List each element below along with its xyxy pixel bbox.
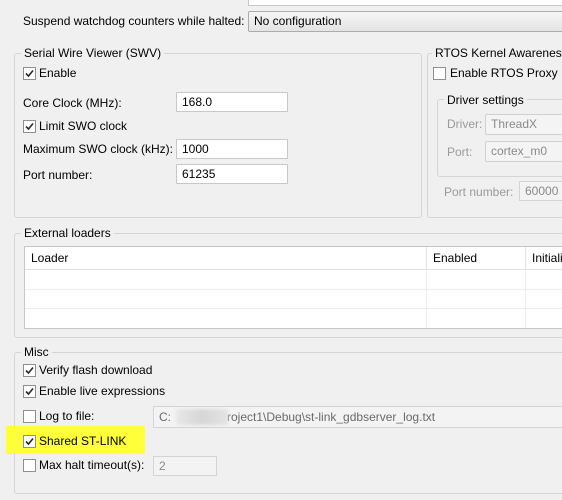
swv-port-label: Port number: <box>23 168 93 182</box>
max-swo-label: Maximum SWO clock (kHz): <box>23 142 173 156</box>
external-loaders-title: External loaders <box>21 226 114 240</box>
checkmark-icon <box>25 366 34 375</box>
driver-settings-title: Driver settings <box>444 93 527 107</box>
column-header-initialize[interactable]: Initiali <box>526 247 562 270</box>
suspend-watchdog-label: Suspend watchdog counters while halted: <box>23 14 245 28</box>
checkmark-icon <box>25 122 34 131</box>
swv-port-value: 61235 <box>182 167 216 181</box>
column-divider <box>525 270 526 328</box>
rtos-port-number-label: Port number: <box>444 185 514 199</box>
shared-stlink-label: Shared ST-LINK <box>39 434 127 448</box>
rtos-enable-checkbox[interactable] <box>433 67 446 80</box>
rtos-group-title: RTOS Kernel Awareness <box>432 46 562 60</box>
log-to-file-label: Log to file: <box>39 409 95 423</box>
column-header-enabled[interactable]: Enabled <box>427 247 526 270</box>
verify-flash-label: Verify flash download <box>39 363 153 377</box>
core-clock-input[interactable]: 168.0 <box>176 92 288 112</box>
limit-swo-label: Limit SWO clock <box>39 119 128 133</box>
checkmark-icon <box>25 387 34 396</box>
column-header-loader[interactable]: Loader <box>25 247 427 270</box>
rtos-port-number-input[interactable]: 60000 <box>519 181 562 201</box>
column-divider <box>426 270 427 328</box>
table-row[interactable] <box>25 289 562 290</box>
rtos-port-number-value: 60000 <box>525 184 559 198</box>
top-partial-field[interactable] <box>248 0 562 6</box>
shared-stlink-checkbox[interactable] <box>23 435 36 448</box>
max-swo-input[interactable]: 1000 <box>176 139 288 159</box>
max-halt-input[interactable]: 2 <box>153 456 217 476</box>
table-row[interactable] <box>25 308 562 309</box>
log-path-prefix: C: <box>159 410 171 424</box>
driver-select[interactable]: ThreadX <box>485 114 562 135</box>
rtos-port-label: Port: <box>447 145 473 159</box>
driver-label: Driver: <box>447 117 483 131</box>
rtos-port-select[interactable]: cortex_m0 <box>485 141 562 162</box>
swv-enable-label: Enable <box>39 66 77 80</box>
max-halt-value: 2 <box>159 459 166 473</box>
external-loaders-table[interactable]: Loader Enabled Initiali <box>24 246 562 329</box>
max-swo-value: 1000 <box>182 142 209 156</box>
driver-settings-group <box>437 99 562 177</box>
log-path-suffix: roject1\Debug\st-link_gdbserver_log.txt <box>227 410 436 424</box>
driver-value: ThreadX <box>491 117 538 131</box>
swv-port-input[interactable]: 61235 <box>176 164 288 184</box>
misc-title: Misc <box>21 345 52 359</box>
core-clock-label: Core Clock (MHz): <box>23 96 122 110</box>
suspend-watchdog-value: No configuration <box>254 14 342 28</box>
swv-enable-checkbox[interactable] <box>23 67 36 80</box>
core-clock-value: 168.0 <box>182 95 213 109</box>
log-to-file-checkbox[interactable] <box>23 410 36 423</box>
limit-swo-checkbox[interactable] <box>23 120 36 133</box>
max-halt-checkbox[interactable] <box>23 459 36 472</box>
suspend-watchdog-select[interactable]: No configuration <box>248 11 562 32</box>
verify-flash-checkbox[interactable] <box>23 364 36 377</box>
checkmark-icon <box>25 69 34 78</box>
live-expressions-checkbox[interactable] <box>23 385 36 398</box>
rtos-enable-label: Enable RTOS Proxy <box>450 66 558 80</box>
swv-group-title: Serial Wire Viewer (SWV) <box>21 46 165 60</box>
redacted-path-blur <box>176 409 228 425</box>
checkmark-icon <box>25 437 34 446</box>
live-expressions-label: Enable live expressions <box>39 384 166 398</box>
rtos-port-value: cortex_m0 <box>491 144 548 158</box>
max-halt-label: Max halt timeout(s): <box>39 458 145 472</box>
